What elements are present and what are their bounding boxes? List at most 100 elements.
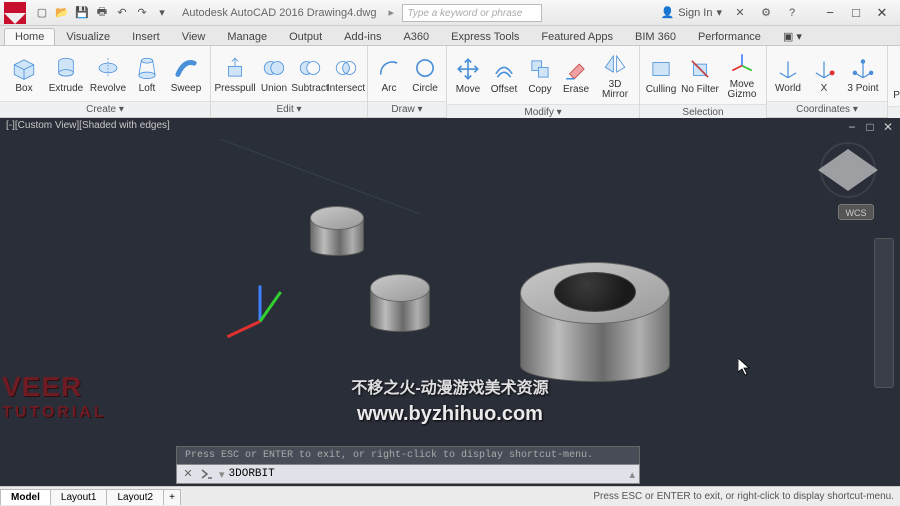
union-button[interactable]: Union bbox=[257, 52, 291, 96]
qat-new[interactable]: ▢ bbox=[34, 5, 50, 21]
quick-access-toolbar: ▢ 📂 💾 🖶 ↶ ↷ ▾ bbox=[34, 5, 170, 21]
tab-manage[interactable]: Manage bbox=[216, 28, 278, 45]
title-dropdown-icon[interactable]: ▸ bbox=[388, 6, 402, 19]
tab-bullet-icon[interactable]: ▣ ▾ bbox=[772, 27, 813, 45]
panel-modify: Move Offset Copy Erase 3D Mirror Modify … bbox=[447, 46, 640, 117]
wcs-badge[interactable]: WCS bbox=[838, 204, 874, 220]
presspull-button[interactable]: Presspull bbox=[215, 52, 255, 96]
panel-layers: Layer Properties 💡☀🔓0▾ ●Shaded with edge… bbox=[888, 46, 900, 117]
offset-button[interactable]: Offset bbox=[487, 53, 521, 97]
vp-max-icon[interactable]: □ bbox=[862, 120, 878, 134]
erase-button[interactable]: Erase bbox=[559, 53, 593, 97]
close-button[interactable]: ✕ bbox=[870, 5, 894, 21]
tab-layout1[interactable]: Layout1 bbox=[50, 489, 108, 505]
panel-title-create[interactable]: Create ▾ bbox=[0, 101, 210, 117]
qat-print[interactable]: 🖶 bbox=[94, 5, 110, 21]
culling-icon bbox=[647, 55, 675, 83]
panel-edit: Presspull Union Subtract Intersect Edit … bbox=[211, 46, 368, 117]
qat-dropdown-icon[interactable]: ▾ bbox=[154, 5, 170, 21]
help-icon[interactable]: ? bbox=[784, 5, 800, 21]
tab-performance[interactable]: Performance bbox=[687, 28, 772, 45]
copy-button[interactable]: Copy bbox=[523, 53, 557, 97]
search-input[interactable]: Type a keyword or phrase bbox=[402, 4, 542, 22]
cmd-chevron-icon: ▾ bbox=[219, 468, 225, 481]
subtract-icon bbox=[296, 54, 324, 82]
world-button[interactable]: World bbox=[771, 52, 805, 96]
tab-featured[interactable]: Featured Apps bbox=[530, 28, 624, 45]
navigation-bar[interactable] bbox=[874, 238, 894, 388]
arc-icon bbox=[375, 54, 403, 82]
tab-express[interactable]: Express Tools bbox=[440, 28, 530, 45]
panel-title-coords[interactable]: Coordinates ▾ bbox=[767, 101, 887, 117]
panel-selection: Culling No Filter Move Gizmo Selection bbox=[640, 46, 767, 117]
tab-a360[interactable]: A360 bbox=[392, 28, 440, 45]
move-button[interactable]: Move bbox=[451, 53, 485, 97]
status-bar: Model Layout1 Layout2 + Press ESC or ENT… bbox=[0, 486, 900, 506]
3point-button[interactable]: 3 Point bbox=[843, 52, 883, 96]
viewport-label[interactable]: [-][Custom View][Shaded with edges] bbox=[6, 120, 170, 131]
panel-title-edit[interactable]: Edit ▾ bbox=[211, 101, 367, 117]
tab-bim360[interactable]: BIM 360 bbox=[624, 28, 687, 45]
layerprops-button[interactable]: Layer Properties bbox=[892, 50, 900, 102]
tab-output[interactable]: Output bbox=[278, 28, 333, 45]
subtract-button[interactable]: Subtract bbox=[293, 52, 327, 96]
ribbon: Box Extrude Revolve Loft Sweep Create ▾ … bbox=[0, 46, 900, 118]
panel-title-draw[interactable]: Draw ▾ bbox=[368, 101, 446, 117]
tab-model[interactable]: Model bbox=[0, 489, 51, 505]
sweep-button[interactable]: Sweep bbox=[166, 52, 206, 96]
watermark-url: www.byzhihuo.com bbox=[357, 403, 543, 426]
tab-home[interactable]: Home bbox=[4, 28, 55, 45]
tab-add-button[interactable]: + bbox=[163, 489, 181, 505]
box-button[interactable]: Box bbox=[4, 52, 44, 96]
union-icon bbox=[260, 54, 288, 82]
qat-save[interactable]: 💾 bbox=[74, 5, 90, 21]
revolve-button[interactable]: Revolve bbox=[88, 52, 128, 96]
intersect-icon bbox=[332, 54, 360, 82]
ucsx-icon bbox=[810, 54, 838, 82]
loft-button[interactable]: Loft bbox=[130, 52, 164, 96]
panel-draw: Arc Circle Draw ▾ bbox=[368, 46, 447, 117]
offset-icon bbox=[490, 55, 518, 83]
stay-connected-icon[interactable]: ⚙ bbox=[758, 5, 774, 21]
3dmirror-button[interactable]: 3D Mirror bbox=[595, 48, 635, 102]
ucsx-button[interactable]: X bbox=[807, 52, 841, 96]
command-input[interactable] bbox=[229, 468, 630, 480]
box-icon bbox=[10, 54, 38, 82]
maximize-button[interactable]: □ bbox=[844, 5, 868, 21]
move-icon bbox=[454, 55, 482, 83]
intersect-button[interactable]: Intersect bbox=[329, 52, 363, 96]
extrude-button[interactable]: Extrude bbox=[46, 52, 86, 96]
watermark-chinese: 不移之火-动漫游戏美术资源 bbox=[351, 374, 548, 398]
culling-button[interactable]: Culling bbox=[644, 53, 678, 97]
cmd-close-icon[interactable]: ✕ bbox=[181, 467, 195, 481]
erase-icon bbox=[562, 55, 590, 83]
signin-button[interactable]: 👤 Sign In ▾ bbox=[661, 6, 722, 19]
sweep-icon bbox=[172, 54, 200, 82]
qat-open[interactable]: 📂 bbox=[54, 5, 70, 21]
viewport[interactable]: [-][Custom View][Shaded with edges] − □ … bbox=[0, 118, 900, 486]
tab-layout2[interactable]: Layout2 bbox=[106, 489, 164, 505]
world-icon bbox=[774, 54, 802, 82]
vp-close-icon[interactable]: ✕ bbox=[880, 120, 896, 134]
vp-min-icon[interactable]: − bbox=[844, 120, 860, 134]
app-logo[interactable] bbox=[4, 2, 26, 24]
viewcube[interactable] bbox=[820, 142, 876, 198]
exchange-icon[interactable]: ✕ bbox=[732, 5, 748, 21]
movegizmo-button[interactable]: Move Gizmo bbox=[722, 48, 762, 102]
loft-icon bbox=[133, 54, 161, 82]
qat-undo[interactable]: ↶ bbox=[114, 5, 130, 21]
panel-coords: World X 3 Point Coordinates ▾ bbox=[767, 46, 888, 117]
minimize-button[interactable]: − bbox=[818, 5, 842, 21]
arc-button[interactable]: Arc bbox=[372, 52, 406, 96]
3point-icon bbox=[849, 54, 877, 82]
qat-redo[interactable]: ↷ bbox=[134, 5, 150, 21]
tab-addins[interactable]: Add-ins bbox=[333, 28, 392, 45]
status-text: Press ESC or ENTER to exit, or right-cli… bbox=[593, 491, 894, 502]
nofilter-button[interactable]: No Filter bbox=[680, 53, 720, 97]
circle-button[interactable]: Circle bbox=[408, 52, 442, 96]
cmd-up-icon[interactable]: ▴ bbox=[629, 468, 635, 481]
panel-create: Box Extrude Revolve Loft Sweep Create ▾ bbox=[0, 46, 211, 117]
tab-visualize[interactable]: Visualize bbox=[55, 28, 121, 45]
tab-insert[interactable]: Insert bbox=[121, 28, 171, 45]
tab-view[interactable]: View bbox=[171, 28, 217, 45]
